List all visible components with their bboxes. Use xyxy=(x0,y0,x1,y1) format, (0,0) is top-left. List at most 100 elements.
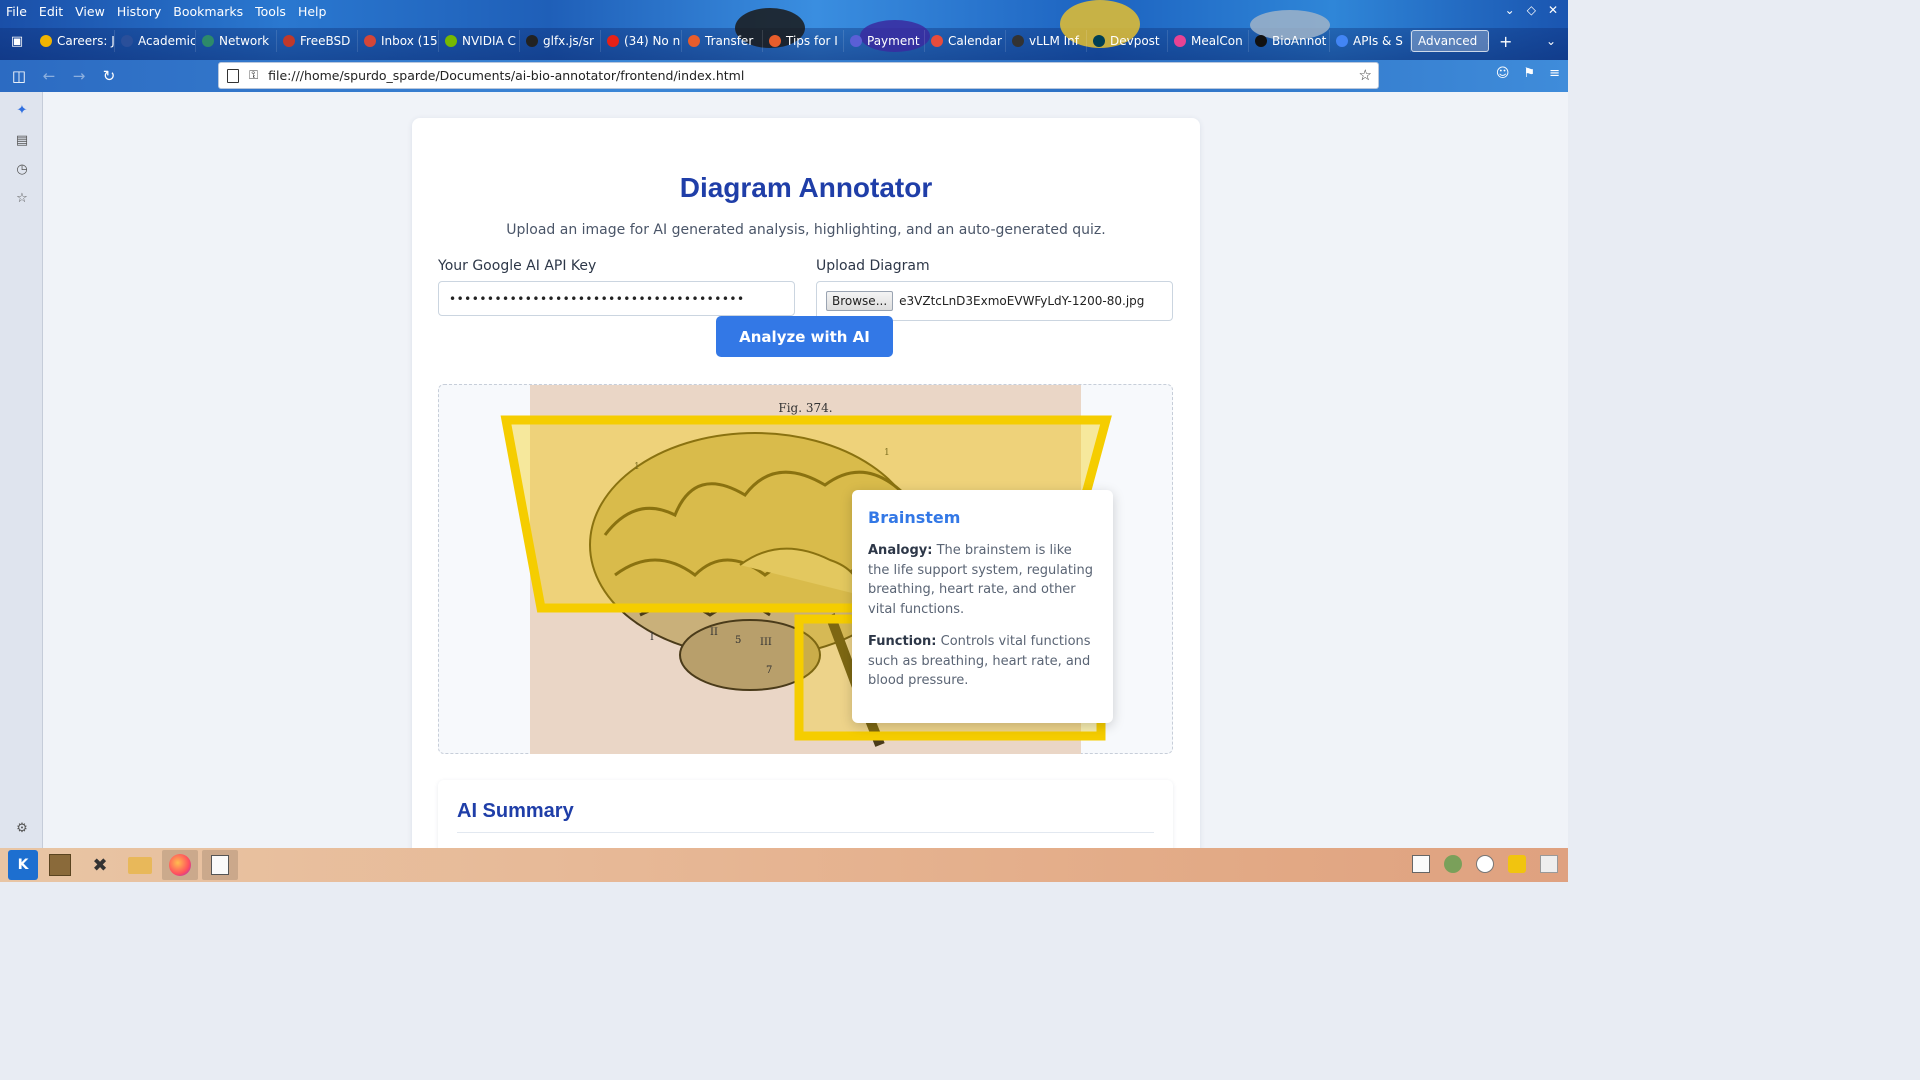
tab-label: BioAnnot xyxy=(1272,34,1327,48)
account-icon[interactable]: ☺ xyxy=(1496,66,1510,81)
browser-tab[interactable]: NVIDIA C xyxy=(439,30,520,52)
settings-gear-icon[interactable]: ⚙ xyxy=(14,820,30,836)
tab-label: NVIDIA C xyxy=(462,34,516,48)
menu-tools[interactable]: Tools xyxy=(251,4,290,19)
browser-tab[interactable]: Payment xyxy=(844,30,925,52)
tab-label: Network xyxy=(219,34,270,48)
reload-button[interactable]: ↻ xyxy=(94,62,124,90)
tab-favicon-icon xyxy=(688,35,700,47)
permissions-icon[interactable]: ⚿ xyxy=(249,68,258,83)
browser-tab[interactable]: Devpost xyxy=(1087,30,1168,52)
tab-label: Careers: J xyxy=(57,34,115,48)
menu-edit[interactable]: Edit xyxy=(35,4,67,19)
tab-favicon-icon xyxy=(121,35,133,47)
browser-tab[interactable]: Inbox (15 xyxy=(358,30,439,52)
browser-tab[interactable]: Network xyxy=(196,30,277,52)
synced-tabs-icon[interactable]: ▤ xyxy=(14,132,30,148)
clipboard-icon[interactable] xyxy=(1540,855,1558,873)
tab-label: APIs & S xyxy=(1353,34,1403,48)
app-launcher-icon[interactable]: K xyxy=(8,850,38,880)
tab-overview-icon[interactable]: ▣ xyxy=(0,28,34,54)
summary-divider xyxy=(457,832,1154,833)
bookmark-star-icon[interactable]: ☆ xyxy=(1359,66,1372,84)
page-icon xyxy=(227,68,239,83)
new-tab-button[interactable]: + xyxy=(1489,32,1522,51)
tab-favicon-icon xyxy=(607,35,619,47)
history-icon[interactable]: ◷ xyxy=(14,161,30,177)
back-button[interactable]: ← xyxy=(34,62,64,90)
browser-tab[interactable]: Academic H xyxy=(115,30,196,52)
tab-label: MealCon xyxy=(1191,34,1243,48)
system-tray xyxy=(1412,855,1558,873)
url-text[interactable]: file:///home/spurdo_sparde/Documents/ai-… xyxy=(268,68,744,83)
url-bar[interactable]: ⚿ file:///home/spurdo_sparde/Documents/a… xyxy=(218,62,1379,89)
tab-label: Inbox (15 xyxy=(381,34,438,48)
annotator-card: Diagram Annotator Upload an image for AI… xyxy=(412,118,1200,848)
tab-label: Payment xyxy=(867,34,920,48)
tab-label: Transfer xyxy=(705,34,754,48)
tooltip-analogy: Analogy: The brainstem is like the life … xyxy=(868,541,1097,619)
menu-view[interactable]: View xyxy=(71,4,109,19)
desktop-pager-icon[interactable] xyxy=(42,850,78,880)
text-editor-taskbar-icon[interactable] xyxy=(202,850,238,880)
browser-tab[interactable]: (34) No n xyxy=(601,30,682,52)
tooltip-title: Brainstem xyxy=(868,508,961,527)
extensions-icon[interactable]: ⚑ xyxy=(1523,66,1535,81)
file-manager-icon[interactable] xyxy=(122,850,158,880)
browser-tab[interactable]: Advanced✕ xyxy=(1411,30,1489,52)
analyze-button[interactable]: Analyze with AI xyxy=(716,316,893,357)
clock-icon[interactable] xyxy=(1476,855,1494,873)
menu-history[interactable]: History xyxy=(113,4,165,19)
tab-favicon-icon xyxy=(202,35,214,47)
region-tooltip: Brainstem Analogy: The brainstem is like… xyxy=(852,490,1113,723)
tab-favicon-icon xyxy=(445,35,457,47)
browser-tab[interactable]: MealCon xyxy=(1168,30,1249,52)
analogy-label: Analogy: xyxy=(868,543,933,558)
page-subtitle: Upload an image for AI generated analysi… xyxy=(506,222,1106,238)
browser-tab[interactable]: Tips for I xyxy=(763,30,844,52)
notifications-icon[interactable] xyxy=(1508,855,1526,873)
tab-label: Tips for I xyxy=(786,34,838,48)
tab-favicon-icon xyxy=(769,35,781,47)
browser-tab[interactable]: Careers: J xyxy=(34,30,115,52)
tab-favicon-icon xyxy=(283,35,295,47)
close-window-icon[interactable]: ✕ xyxy=(1548,3,1558,17)
tab-bar: ▣ Careers: J Academic H Network FreeBSD Inbo… xyxy=(0,28,1568,54)
sidebar-toggle-icon[interactable]: ◫ xyxy=(4,62,34,90)
app-menu-icon[interactable]: ≡ xyxy=(1549,66,1560,81)
menu-file[interactable]: File xyxy=(2,4,31,19)
notes-tray-icon[interactable] xyxy=(1412,855,1430,873)
toolbar-right: ☺ ⚑ ≡ xyxy=(1496,66,1560,81)
menu-bookmarks[interactable]: Bookmarks xyxy=(169,4,247,19)
menu-bar: File Edit View History Bookmarks Tools H… xyxy=(0,0,334,22)
bookmarks-star-icon[interactable]: ☆ xyxy=(14,190,30,206)
browser-tab[interactable]: FreeBSD xyxy=(277,30,358,52)
firefox-taskbar-icon[interactable] xyxy=(162,850,198,880)
system-settings-icon[interactable]: ✖ xyxy=(82,850,118,880)
tooltip-function: Function: Controls vital functions such … xyxy=(868,632,1097,691)
browser-tab[interactable]: Transfer xyxy=(682,30,763,52)
browser-tab[interactable]: BioAnnot xyxy=(1249,30,1330,52)
package-updater-icon[interactable] xyxy=(1444,855,1462,873)
tab-label: (34) No n xyxy=(624,34,681,48)
tab-favicon-icon xyxy=(931,35,943,47)
browser-tab[interactable]: Calendar xyxy=(925,30,1006,52)
tab-favicon-icon xyxy=(1012,35,1024,47)
page-title: Diagram Annotator xyxy=(679,172,933,203)
browser-tab[interactable]: vLLM Inf xyxy=(1006,30,1087,52)
minimize-icon[interactable]: ⌄ xyxy=(1505,3,1515,17)
api-key-input[interactable]: ••••••••••••••••••••••••••••••••••••••• xyxy=(438,281,795,316)
tab-favicon-icon xyxy=(1174,35,1186,47)
browser-tab[interactable]: glfx.js/sr xyxy=(520,30,601,52)
tab-favicon-icon xyxy=(1255,35,1267,47)
restore-icon[interactable]: ◇ xyxy=(1527,3,1536,17)
browser-tab[interactable]: APIs & S xyxy=(1330,30,1411,52)
ai-chat-icon[interactable]: ✦ xyxy=(14,102,30,118)
browse-button[interactable]: Browse... xyxy=(826,291,894,311)
tab-favicon-icon xyxy=(364,35,376,47)
file-name: e3VZtcLnD3ExmoEVWFyLdY-1200-80.jpg xyxy=(899,294,1145,308)
tab-list-icon[interactable]: ⌄ xyxy=(1546,34,1568,48)
forward-button[interactable]: → xyxy=(64,62,94,90)
menu-help[interactable]: Help xyxy=(294,4,331,19)
file-upload-input[interactable]: Browse... e3VZtcLnD3ExmoEVWFyLdY-1200-80… xyxy=(816,281,1173,321)
